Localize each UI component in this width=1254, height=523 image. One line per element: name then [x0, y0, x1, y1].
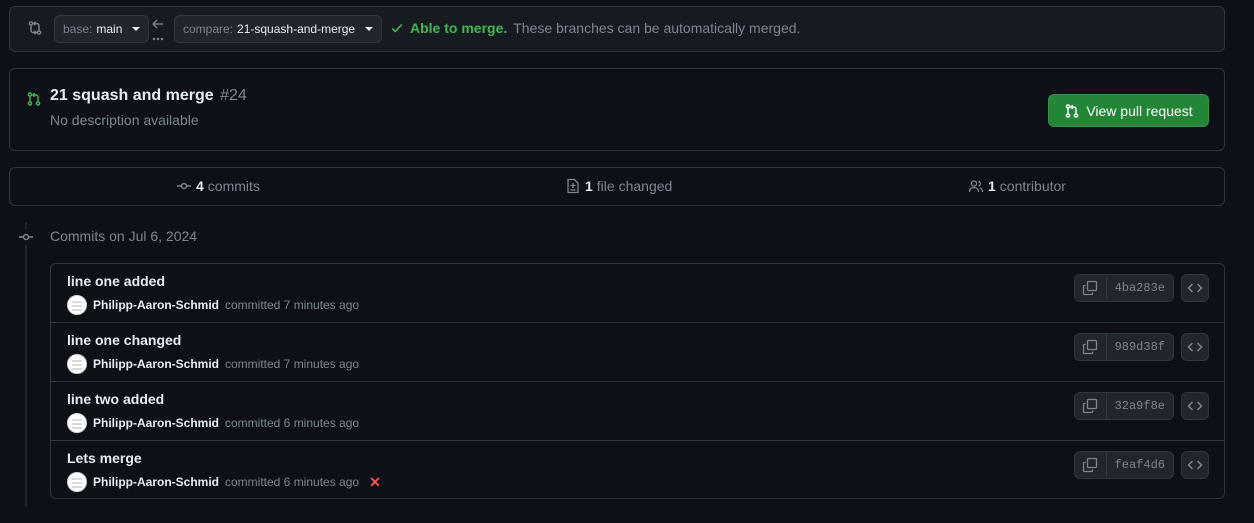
- git-commit-icon: [18, 229, 34, 245]
- merge-status-ok: Able to merge.: [410, 20, 508, 36]
- avatar[interactable]: [67, 472, 87, 492]
- commit-sha[interactable]: feaf4d6: [1107, 452, 1173, 478]
- git-compare-icon: [27, 20, 43, 36]
- stats-bar: 4 commits 1 file changed 1 contributor: [9, 167, 1225, 206]
- check-icon: [390, 21, 404, 35]
- git-commit-icon: [176, 178, 192, 194]
- caret-down-icon: [365, 27, 374, 31]
- pr-title[interactable]: 21 squash and merge #24: [50, 87, 247, 105]
- compare-branch-name: 21-squash-and-merge: [237, 22, 356, 36]
- view-pull-request-button[interactable]: View pull request: [1048, 94, 1209, 127]
- commits-label: commits: [207, 178, 260, 194]
- copy-icon: [1082, 398, 1098, 414]
- compare-branch-selector[interactable]: compare: 21-squash-and-merge: [174, 15, 383, 43]
- contributors-number: 1: [988, 178, 996, 194]
- pr-description: No description available: [50, 112, 199, 128]
- commit-row: line two added Philipp-Aaron-Schmid comm…: [51, 382, 1224, 441]
- contributors-label: contributor: [999, 178, 1066, 194]
- commit-meta: Philipp-Aaron-Schmid committed 6 minutes…: [67, 472, 381, 492]
- commits-count[interactable]: 4 commits: [176, 178, 260, 194]
- commit-sha-group: 4ba283e: [1073, 274, 1174, 302]
- files-number: 1: [585, 178, 593, 194]
- commit-sha[interactable]: 989d38f: [1107, 334, 1173, 360]
- avatar[interactable]: [67, 295, 87, 315]
- commit-author[interactable]: Philipp-Aaron-Schmid: [93, 416, 219, 430]
- commit-author[interactable]: Philipp-Aaron-Schmid: [93, 357, 219, 371]
- code-icon: [1187, 283, 1203, 293]
- copy-sha-button[interactable]: [1075, 275, 1107, 301]
- browse-repo-button[interactable]: [1181, 451, 1209, 479]
- compare-prefix: compare:: [183, 22, 234, 36]
- commit-sha[interactable]: 32a9f8e: [1107, 393, 1173, 419]
- commit-sha[interactable]: 4ba283e: [1107, 275, 1173, 301]
- commit-row: line one added Philipp-Aaron-Schmid comm…: [51, 264, 1224, 323]
- commit-sha-group: 32a9f8e: [1073, 392, 1174, 420]
- view-pull-request-label: View pull request: [1086, 102, 1193, 119]
- files-label: file changed: [596, 178, 673, 194]
- base-prefix: base:: [63, 22, 93, 36]
- browse-repo-button[interactable]: [1181, 392, 1209, 420]
- copy-sha-button[interactable]: [1075, 334, 1107, 360]
- merge-status-message: These branches can be automatically merg…: [513, 20, 801, 36]
- code-icon: [1187, 401, 1203, 411]
- people-icon: [968, 178, 984, 194]
- merge-status: Able to merge. These branches can be aut…: [390, 20, 800, 36]
- commit-list: line one added Philipp-Aaron-Schmid comm…: [50, 263, 1225, 499]
- git-pull-request-icon: [26, 91, 42, 107]
- commit-sha-group: 989d38f: [1073, 333, 1174, 361]
- files-changed-count[interactable]: 1 file changed: [565, 178, 672, 194]
- commit-message[interactable]: line two added: [67, 391, 164, 407]
- arrow-left-icon: [151, 17, 165, 43]
- commit-message[interactable]: Lets merge: [67, 450, 142, 466]
- commit-message[interactable]: line one added: [67, 273, 165, 289]
- copy-icon: [1082, 280, 1098, 296]
- commit-meta: Philipp-Aaron-Schmid committed 7 minutes…: [67, 354, 359, 374]
- pull-request-box: 21 squash and merge #24 No description a…: [9, 68, 1225, 151]
- copy-icon: [1082, 457, 1098, 473]
- x-icon[interactable]: ✕: [369, 474, 381, 491]
- code-icon: [1187, 342, 1203, 352]
- copy-sha-button[interactable]: [1075, 393, 1107, 419]
- pr-title-text[interactable]: 21 squash and merge: [50, 87, 214, 104]
- commit-sha-group: feaf4d6: [1073, 451, 1174, 479]
- code-icon: [1187, 460, 1203, 470]
- browse-repo-button[interactable]: [1181, 333, 1209, 361]
- compare-bar: base: main compare: 21-squash-and-merge …: [9, 6, 1225, 52]
- timeline-line: [25, 222, 27, 507]
- avatar[interactable]: [67, 354, 87, 374]
- caret-down-icon: [132, 27, 141, 31]
- commit-time: committed 7 minutes ago: [225, 298, 360, 312]
- copy-icon: [1082, 339, 1098, 355]
- file-diff-icon: [565, 178, 581, 194]
- commit-time: committed 7 minutes ago: [225, 357, 360, 371]
- commit-message[interactable]: line one changed: [67, 332, 181, 348]
- copy-sha-button[interactable]: [1075, 452, 1107, 478]
- browse-repo-button[interactable]: [1181, 274, 1209, 302]
- contributors-count[interactable]: 1 contributor: [968, 178, 1066, 194]
- commit-author[interactable]: Philipp-Aaron-Schmid: [93, 298, 219, 312]
- pr-number: #24: [220, 87, 247, 104]
- commit-meta: Philipp-Aaron-Schmid committed 7 minutes…: [67, 295, 359, 315]
- avatar[interactable]: [67, 413, 87, 433]
- base-branch-name: main: [96, 22, 123, 36]
- commit-meta: Philipp-Aaron-Schmid committed 6 minutes…: [67, 413, 359, 433]
- commit-author[interactable]: Philipp-Aaron-Schmid: [93, 475, 219, 489]
- commit-row: Lets merge Philipp-Aaron-Schmid committe…: [51, 441, 1224, 498]
- commit-time: committed 6 minutes ago: [225, 416, 360, 430]
- git-pull-request-icon: [1064, 103, 1080, 119]
- commits-date-heading: Commits on Jul 6, 2024: [50, 228, 198, 244]
- base-branch-selector[interactable]: base: main: [54, 15, 150, 43]
- commit-time: committed 6 minutes ago: [225, 475, 360, 489]
- commits-number: 4: [196, 178, 204, 194]
- commit-row: line one changed Philipp-Aaron-Schmid co…: [51, 323, 1224, 382]
